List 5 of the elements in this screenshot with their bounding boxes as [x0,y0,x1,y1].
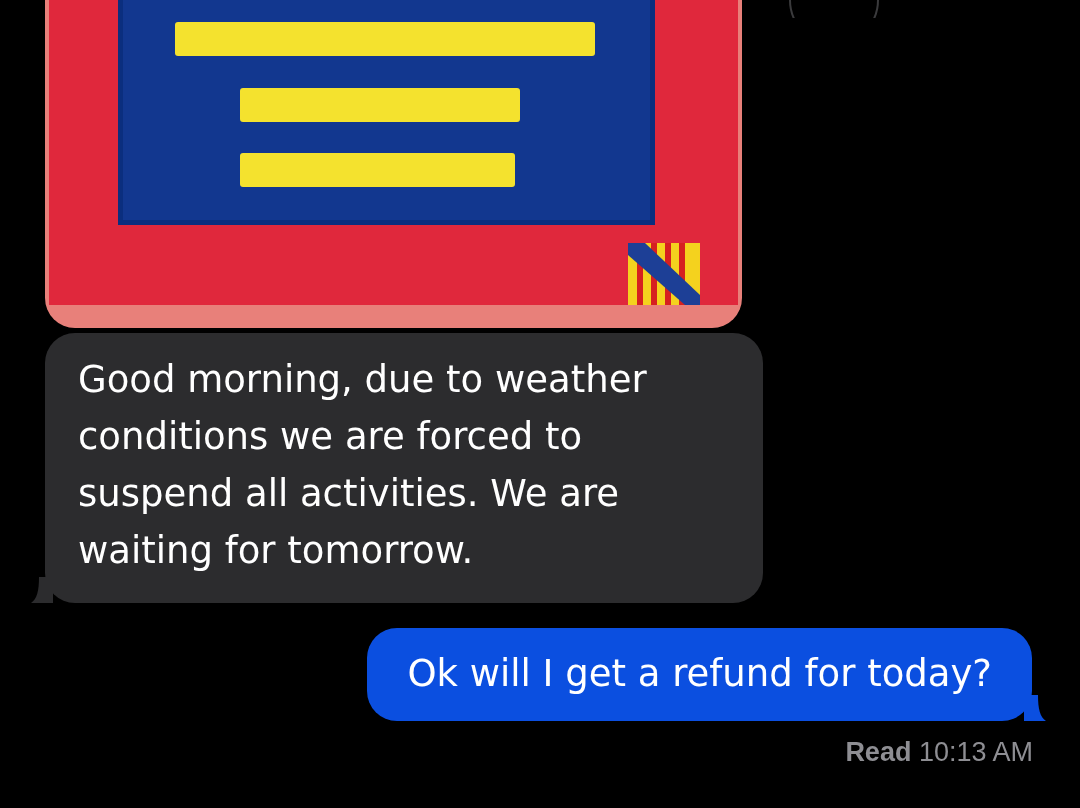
bubble-tail [1024,695,1046,721]
message-bubble[interactable]: Ok will I get a refund for today? [367,628,1032,721]
message-bubble[interactable]: Good morning, due to weather conditions we are forced to suspend all activities. We are waiting for tomorrow. [45,333,763,603]
bubble-tail [31,577,53,603]
read-receipt: Read 10:13 AM [845,737,1033,768]
